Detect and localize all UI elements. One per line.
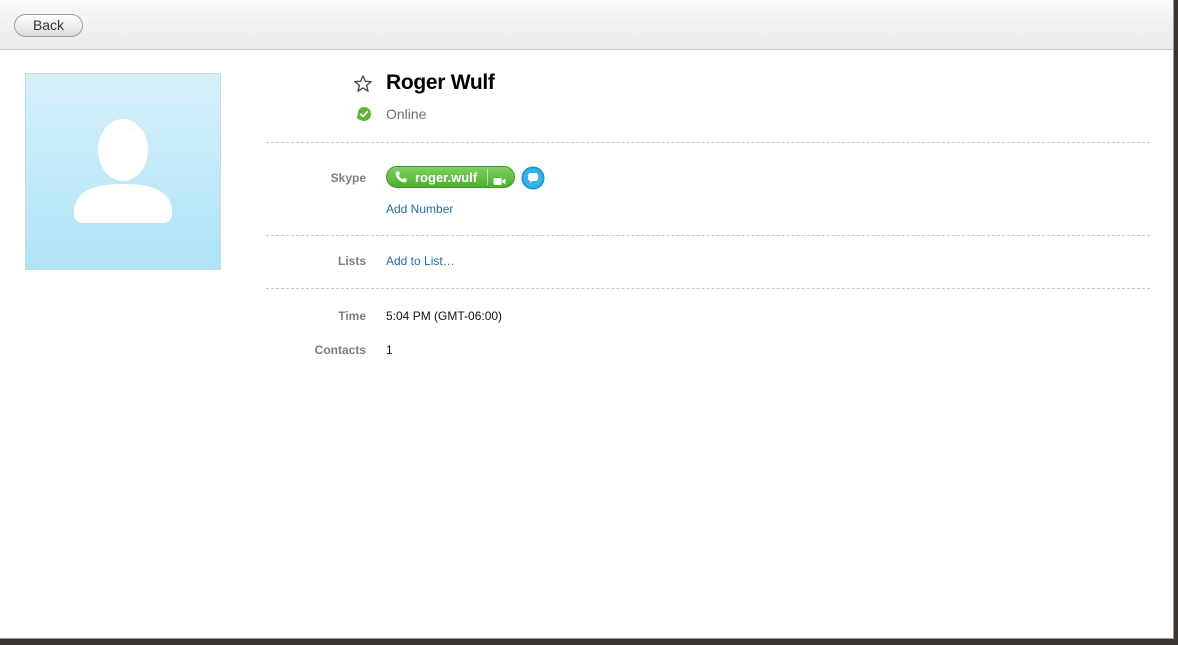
lists-label: Lists [337,254,366,268]
divider [266,288,1150,289]
skype-label: Skype [330,171,366,185]
default-avatar-silhouette-icon [74,119,172,223]
contact-name: Roger Wulf [386,71,495,94]
back-button[interactable]: Back [14,14,83,37]
divider [266,235,1150,236]
contacts-label: Contacts [314,343,366,357]
contacts-value: 1 [386,343,393,357]
chat-button[interactable] [521,166,545,190]
time-label: Time [338,309,366,323]
separator [487,169,488,185]
avatar [25,73,221,270]
add-number-link[interactable]: Add Number [386,202,453,216]
favorite-star-icon[interactable] [353,74,373,99]
online-status-icon [356,106,372,127]
status-text: Online [386,106,427,122]
toolbar: Back [0,0,1173,50]
chat-bubble-icon [521,166,545,190]
video-camera-icon[interactable] [493,173,506,191]
skype-call-button[interactable]: roger.wulf [386,166,515,188]
phone-icon [394,170,408,189]
divider [266,142,1150,143]
contact-profile-window: Back Roger Wulf Online Skype roger.wulf [0,0,1174,639]
time-value: 5:04 PM (GMT-06:00) [386,309,503,323]
add-to-list-link[interactable]: Add to List… [386,254,455,268]
skype-username: roger.wulf [415,170,478,185]
